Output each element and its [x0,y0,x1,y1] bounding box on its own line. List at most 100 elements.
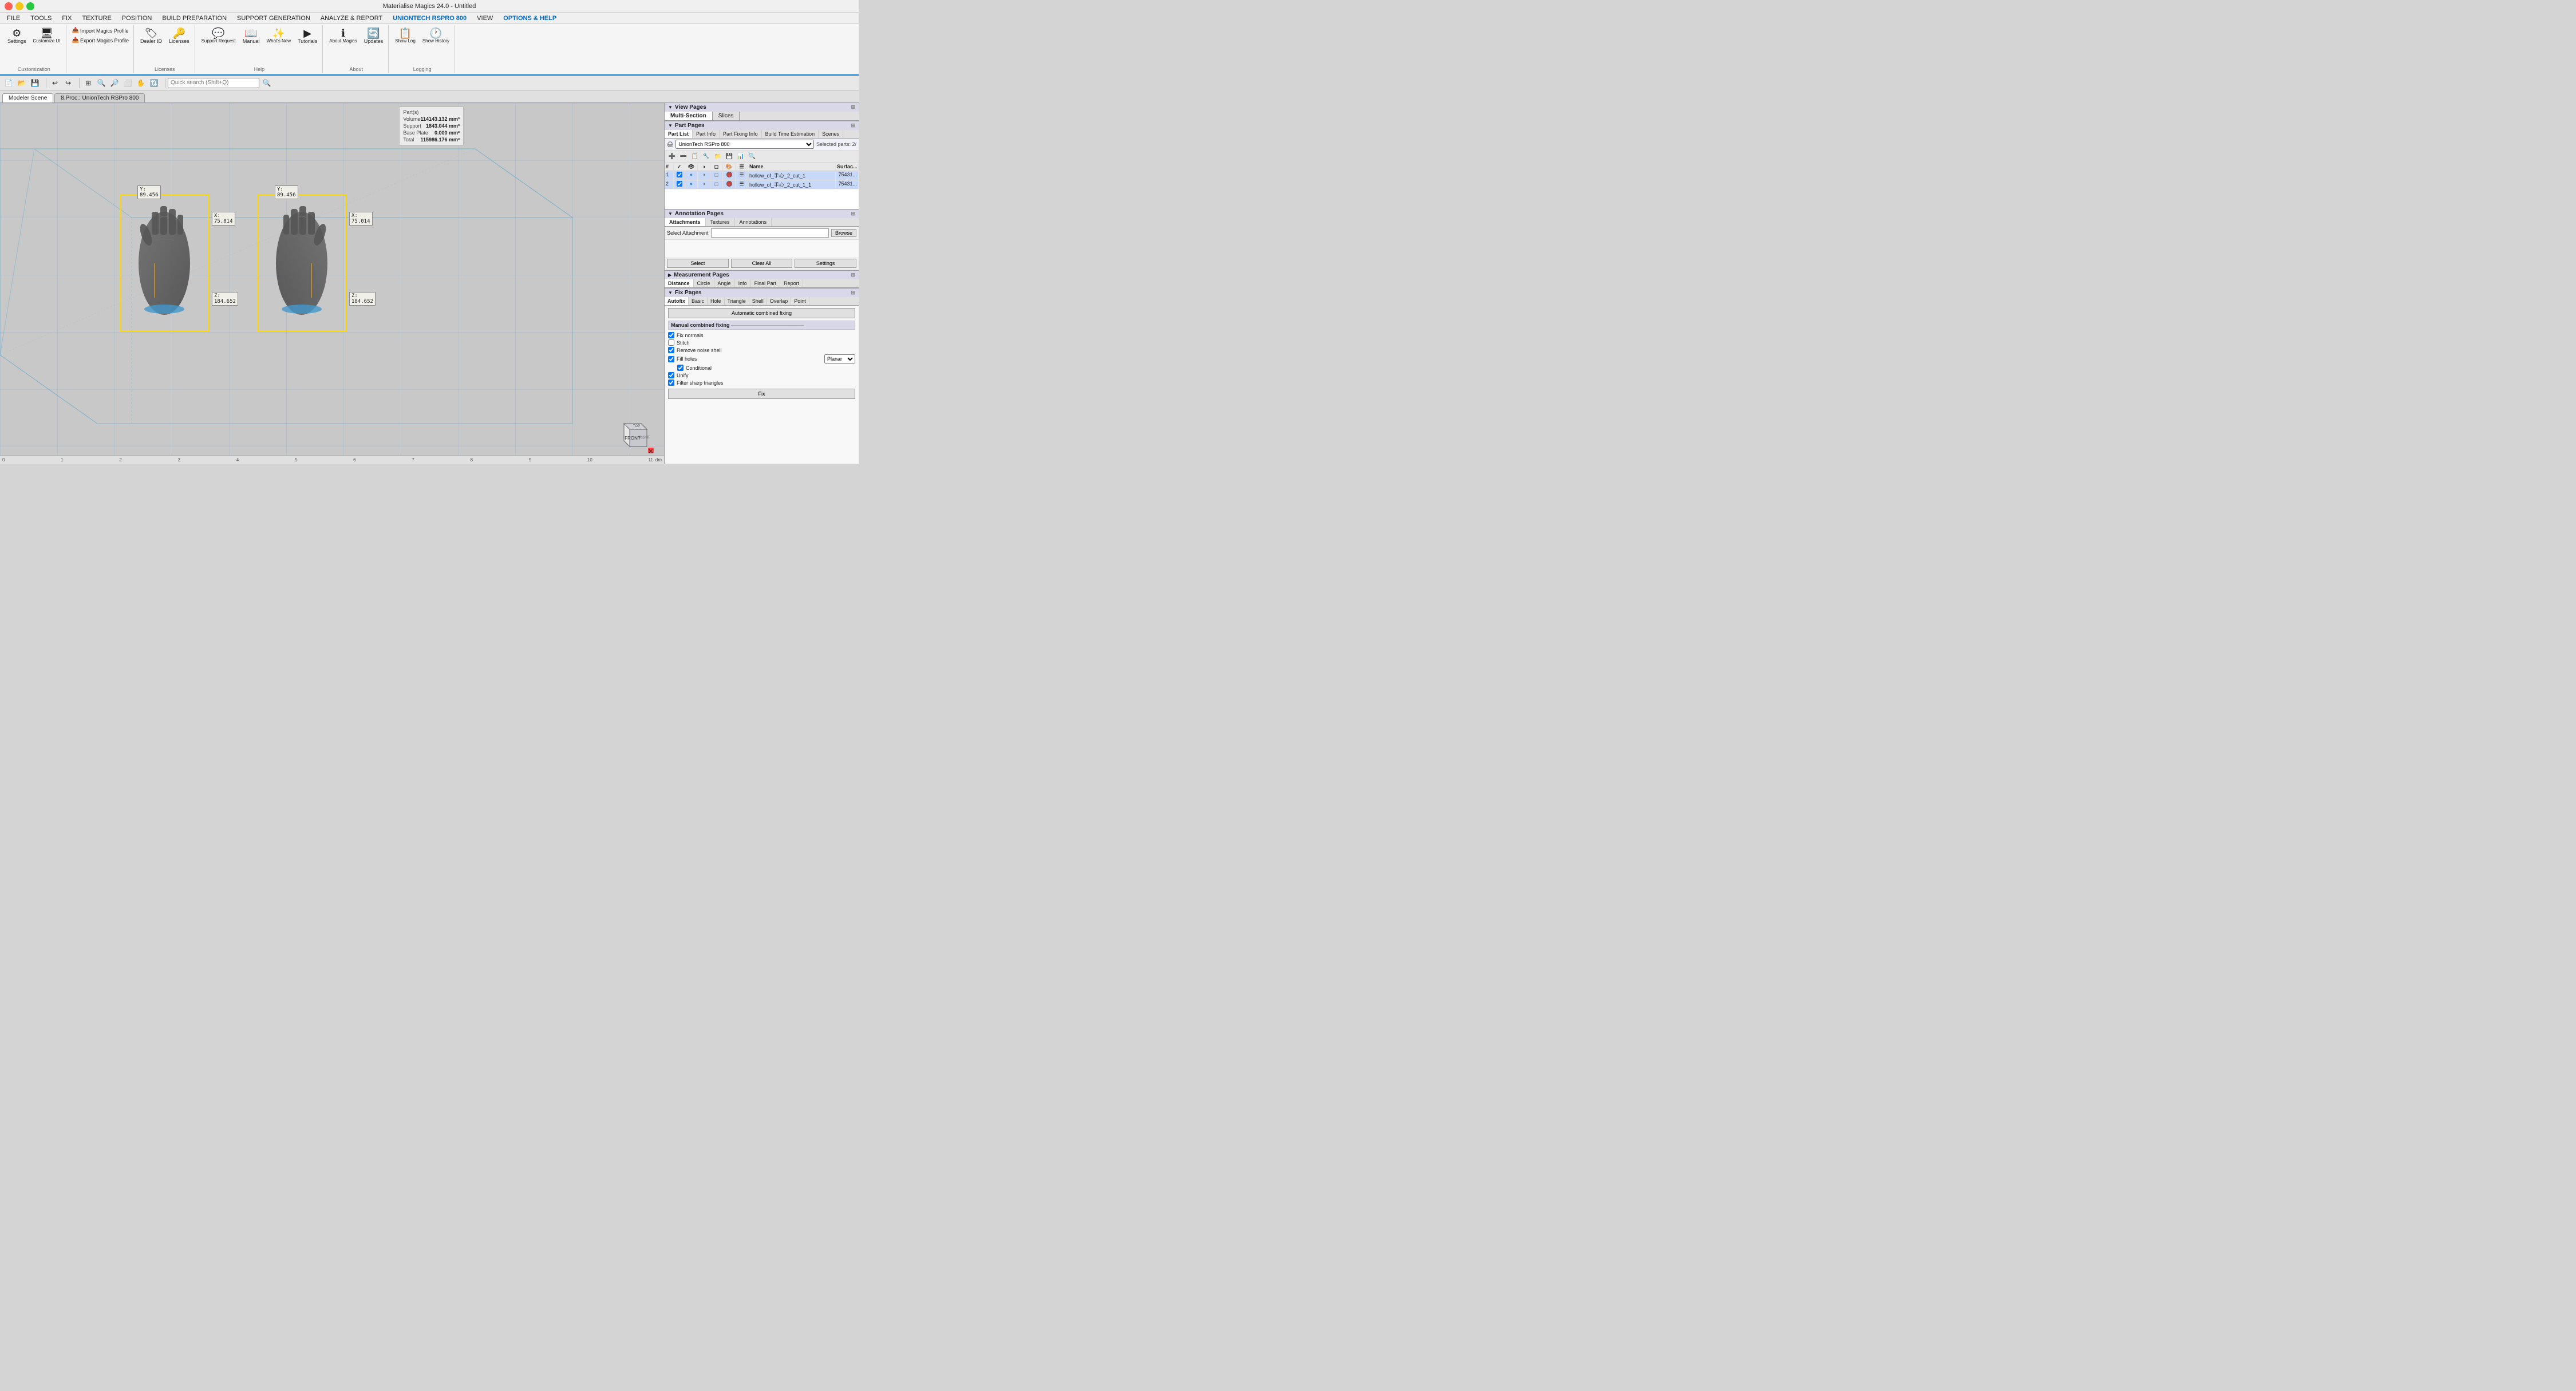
import-magics-profile-button[interactable]: 📥 Import Magics Profile [70,26,131,35]
tab-autofix[interactable]: Autofix [665,297,689,305]
part-pages-expand[interactable]: ⊞ [851,122,855,129]
part-row-1[interactable]: 1 ● ◑ ◻ [665,171,859,180]
fill-holes-checkbox[interactable] [668,356,674,362]
view-pages-expand[interactable]: ⊞ [851,104,855,110]
tab-distance[interactable]: Distance [665,279,694,287]
about-magics-button[interactable]: ℹ About Magics [326,26,359,45]
nav-cube-close[interactable]: ✕ [648,448,654,453]
tb-save[interactable]: 💾 [29,77,41,89]
settings-button[interactable]: ⚙ Settings [5,26,29,46]
pl-btn-8[interactable]: 🔍 [747,152,757,162]
customize-ui-button[interactable]: 🖥 Customize UI [30,26,64,45]
menu-tools[interactable]: TOOLS [26,14,56,23]
tab-final-part[interactable]: Final Part [751,279,781,287]
search-button[interactable]: 🔍 [260,77,273,89]
fix-pages-expand[interactable]: ⊞ [851,290,855,296]
tab-basic[interactable]: Basic [689,297,708,305]
viewport[interactable]: Part(s) Volume 114143.132 mm³ Support 18… [0,103,664,464]
export-magics-profile-button[interactable]: 📤 Export Magics Profile [70,36,131,45]
tab-report[interactable]: Report [780,279,803,287]
win-controls[interactable] [5,2,34,10]
tab-angle[interactable]: Angle [714,279,735,287]
machine-select[interactable]: UnionTech RSPro 800 [675,140,814,149]
tab-circle[interactable]: Circle [694,279,714,287]
browse-button[interactable]: Browse [831,229,856,237]
dealer-id-button[interactable]: 🏷 Dealer ID [137,26,165,46]
menu-fix[interactable]: FIX [57,14,76,23]
maximize-button[interactable] [26,2,34,10]
pl-btn-1[interactable]: ➕ [667,152,677,162]
part-pages-header[interactable]: ▼ Part Pages ⊞ [665,121,859,130]
conditional-checkbox[interactable] [677,365,683,371]
pl-btn-6[interactable]: 💾 [724,152,734,162]
tab-info[interactable]: Info [735,279,751,287]
part-row-2[interactable]: 2 ● ◑ ◻ [665,180,859,189]
tb-rotate[interactable]: 🔃 [148,77,160,89]
pl-btn-4[interactable]: 🔧 [701,152,712,162]
fix-normals-checkbox[interactable] [668,332,674,338]
tab-part-info[interactable]: Part Info [693,130,720,138]
nav-cube[interactable]: FRONT TOP RIGHT ✕ [613,412,653,452]
pl-btn-2[interactable]: ➖ [678,152,689,162]
annotation-settings-button[interactable]: Settings [795,259,856,268]
pl-btn-5[interactable]: 📁 [713,152,723,162]
automatic-combined-fixing-button[interactable]: Automatic combined fixing [668,308,855,318]
show-history-button[interactable]: 🕐 Show History [420,26,452,45]
tab-overlap[interactable]: Overlap [767,297,792,305]
tab-build-time-estimation[interactable]: Build Time Estimation [762,130,819,138]
licenses-button[interactable]: 🔑 Licenses [166,26,192,46]
tab-slices[interactable]: Slices [713,112,740,120]
menu-file[interactable]: FILE [2,14,25,23]
tab-textures[interactable]: Textures [706,218,735,226]
tab-modeler-scene[interactable]: Modeler Scene [2,93,53,102]
fill-holes-select[interactable]: Planar Curved Smooth [824,354,855,363]
tb-open[interactable]: 📂 [15,77,28,89]
tab-part-list[interactable]: Part List [665,130,693,138]
menu-support-generation[interactable]: SUPPORT GENERATION [232,14,315,23]
select-button[interactable]: Select [667,259,729,268]
menu-analyze-report[interactable]: ANALYZE & REPORT [316,14,387,23]
tab-shell[interactable]: Shell [749,297,767,305]
fix-pages-header[interactable]: ▼ Fix Pages ⊞ [665,289,859,297]
fix-button[interactable]: Fix [668,389,855,399]
tb-redo[interactable]: ↪ [62,77,74,89]
tab-triangle[interactable]: Triangle [725,297,749,305]
annotation-pages-header[interactable]: ▼ Annotation Pages ⊞ [665,210,859,218]
tab-build-scene[interactable]: 8.Proc.: UnionTech RSPro 800 [54,93,145,102]
tab-multi-section[interactable]: Multi-Section [665,112,713,120]
annotation-pages-expand[interactable]: ⊞ [851,211,855,217]
attachment-input[interactable] [711,228,829,238]
pl-btn-7[interactable]: 📊 [736,152,746,162]
tb-zoom-selection[interactable]: ⬜ [121,77,134,89]
tab-part-fixing-info[interactable]: Part Fixing Info [720,130,762,138]
tab-point[interactable]: Point [791,297,809,305]
menu-view[interactable]: VIEW [472,14,497,23]
updates-button[interactable]: 🔄 Updates [361,26,386,46]
tb-zoom-in[interactable]: 🔍 [95,77,108,89]
remove-noise-shell-checkbox[interactable] [668,347,674,353]
part-1-checkbox[interactable] [677,172,682,177]
menu-build-preparation[interactable]: BUILD PREPARATION [157,14,231,23]
menu-uniontech[interactable]: UNIONTECH RSPRO 800 [388,14,471,23]
tb-zoom-fit[interactable]: ⊞ [82,77,94,89]
tab-annotations[interactable]: Annotations [735,218,772,226]
manual-button[interactable]: 📖 Manual [240,26,263,46]
measurement-pages-expand[interactable]: ⊞ [851,272,855,278]
tab-scenes[interactable]: Scenes [819,130,843,138]
tb-undo[interactable]: ↩ [49,77,61,89]
tb-zoom-out[interactable]: 🔎 [108,77,121,89]
menu-texture[interactable]: TEXTURE [77,14,116,23]
pl-btn-3[interactable]: 📋 [690,152,700,162]
tab-attachments[interactable]: Attachments [665,218,706,226]
tutorials-button[interactable]: ▶ Tutorials [295,26,320,46]
part-2-checkbox[interactable] [677,181,682,187]
support-request-button[interactable]: 💬 Support Request [199,26,239,45]
stitch-checkbox[interactable] [668,339,674,346]
close-button[interactable] [5,2,13,10]
minimize-button[interactable] [15,2,23,10]
filter-sharp-triangles-checkbox[interactable] [668,380,674,386]
measurement-pages-header[interactable]: ▶ Measurement Pages ⊞ [665,271,859,279]
quick-search-input[interactable] [168,78,259,88]
tab-hole[interactable]: Hole [708,297,725,305]
tb-pan[interactable]: ✋ [135,77,147,89]
